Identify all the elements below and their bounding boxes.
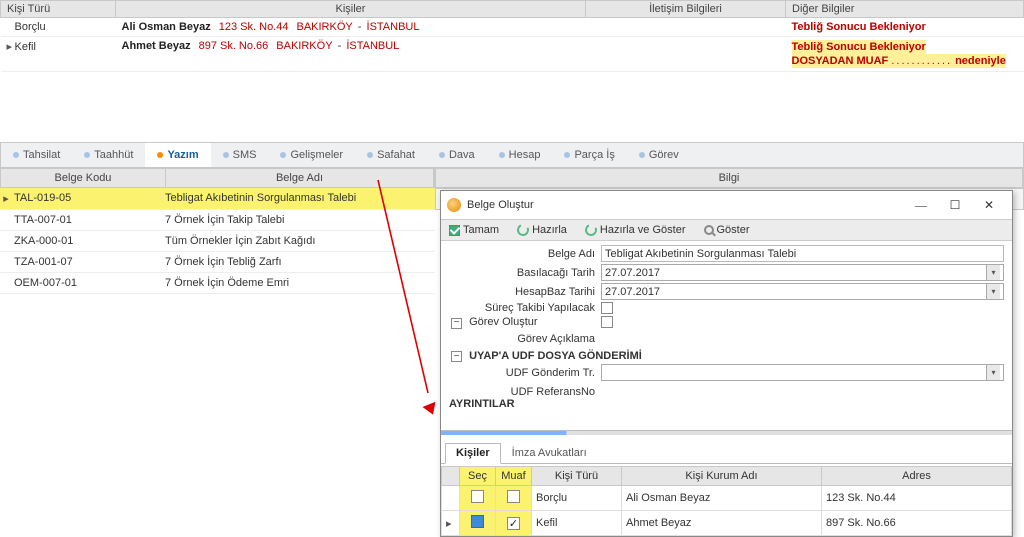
tab-gelişmeler[interactable]: Gelişmeler xyxy=(268,143,355,167)
document-row[interactable]: TZA-001-077 Örnek İçin Tebliğ Zarfı xyxy=(0,252,435,273)
tab-sms[interactable]: SMS xyxy=(211,143,269,167)
doc-header-info: Bilgi xyxy=(436,169,1023,187)
tab-görev[interactable]: Görev xyxy=(627,143,691,167)
ok-button[interactable]: Tamam xyxy=(445,222,503,238)
doc-header-code: Belge Kodu xyxy=(1,169,166,187)
show-button[interactable]: Göster xyxy=(700,222,754,238)
dialog-title: Belge Oluştur xyxy=(467,199,534,211)
label-ayrintilar: AYRINTILAR xyxy=(449,398,515,410)
create-document-dialog: Belge Oluştur — ☐ ✕ Tamam Hazırla Hazırl… xyxy=(440,190,1013,537)
checkbox-sec[interactable] xyxy=(471,490,484,503)
document-row[interactable]: OEM-007-017 Örnek İçin Ödeme Emri xyxy=(0,273,435,294)
minimize-button[interactable]: — xyxy=(904,194,938,216)
document-row[interactable]: ▸TAL-019-05Tebligat Akıbetinin Sorgulanm… xyxy=(0,188,435,210)
checkbox-muaf[interactable] xyxy=(507,517,520,530)
label-basilacagi-tarih: Basılacağı Tarih xyxy=(449,267,601,279)
dialog-toolbar: Tamam Hazırla Hazırla ve Göster Göster xyxy=(441,220,1012,241)
arrow-annotation-head xyxy=(422,402,439,417)
subtab-i̇mza-avukatları[interactable]: İmza Avukatları xyxy=(501,443,598,463)
col-header-type: Kişi Türü xyxy=(1,1,116,18)
pgrid-row[interactable]: ▸KefilAhmet Beyaz897 Sk. No.66 xyxy=(442,511,1012,536)
persons-subgrid: Seç Muaf Kişi Türü Kişi Kurum Adı Adres … xyxy=(441,466,1012,536)
label-udf-referans: UDF ReferansNo xyxy=(449,386,601,398)
person-row[interactable]: ▸KefilAhmet Beyaz897 Sk. No.66BAKIRKÖY -… xyxy=(1,37,1024,72)
dialog-icon xyxy=(447,198,461,212)
pgrid-header-addr: Adres xyxy=(822,467,1012,486)
input-hesapbaz-tarihi[interactable]: 27.07.2017▾ xyxy=(601,283,1004,300)
checkbox-surec-takibi[interactable] xyxy=(601,302,613,314)
label-uyap-section: UYAP'A UDF DOSYA GÖNDERİMİ xyxy=(469,350,642,362)
section-divider xyxy=(441,430,1012,435)
chevron-down-icon[interactable]: ▾ xyxy=(986,265,1000,280)
tab-hesap[interactable]: Hesap xyxy=(487,143,553,167)
persons-grid: Kişi Türü Kişiler İletişim Bilgileri Diğ… xyxy=(0,0,1024,72)
checkbox-muaf[interactable] xyxy=(507,490,520,503)
pgrid-row[interactable]: BorçluAli Osman Beyaz123 Sk. No.44 xyxy=(442,486,1012,511)
search-icon xyxy=(704,225,714,235)
check-icon xyxy=(449,225,460,236)
maximize-button[interactable]: ☐ xyxy=(938,194,972,216)
col-header-other: Diğer Bilgiler xyxy=(786,1,1024,18)
col-header-contact: İletişim Bilgileri xyxy=(586,1,786,18)
input-udf-gonderim[interactable]: ▾ xyxy=(601,364,1004,381)
main-tab-bar: TahsilatTaahhütYazımSMSGelişmelerSafahat… xyxy=(0,142,1024,168)
label-hesapbaz-tarihi: HesapBaz Tarihi xyxy=(449,286,601,298)
refresh-icon xyxy=(515,222,530,237)
label-surec-takibi: Süreç Takibi Yapılacak xyxy=(449,302,601,314)
pgrid-header-sec: Seç xyxy=(460,467,496,486)
close-button[interactable]: ✕ xyxy=(972,194,1006,216)
tab-parça i̇ş[interactable]: Parça İş xyxy=(552,143,626,167)
tab-safahat[interactable]: Safahat xyxy=(355,143,427,167)
label-udf-gonderim: UDF Gönderim Tr. xyxy=(449,367,601,379)
tab-tahsilat[interactable]: Tahsilat xyxy=(1,143,72,167)
doc-header-name: Belge Adı xyxy=(166,169,434,187)
prepare-button[interactable]: Hazırla xyxy=(513,222,571,238)
input-basilacagi-tarih[interactable]: 27.07.2017▾ xyxy=(601,264,1004,281)
pgrid-header-muaf: Muaf xyxy=(496,467,532,486)
collapse-toggle-gorev[interactable]: − xyxy=(451,318,462,329)
chevron-down-icon[interactable]: ▾ xyxy=(986,284,1000,299)
dialog-subtabs: Kişilerİmza Avukatları xyxy=(441,443,1012,464)
person-row[interactable]: BorçluAli Osman Beyaz123 Sk. No.44BAKIRK… xyxy=(1,18,1024,37)
input-belge-adi[interactable]: Tebligat Akıbetinin Sorgulanması Talebi xyxy=(601,245,1004,262)
chevron-down-icon[interactable]: ▾ xyxy=(986,365,1000,380)
subtab-kişiler[interactable]: Kişiler xyxy=(445,443,501,464)
prepare-show-button[interactable]: Hazırla ve Göster xyxy=(581,222,690,238)
pgrid-header-type: Kişi Türü xyxy=(532,467,622,486)
collapse-toggle-uyap[interactable]: − xyxy=(451,351,462,362)
refresh-icon xyxy=(583,222,598,237)
tab-yazım[interactable]: Yazım xyxy=(145,143,210,167)
document-row[interactable]: ZKA-000-01Tüm Örnekler İçin Zabıt Kağıdı xyxy=(0,231,435,252)
document-row[interactable]: TTA-007-017 Örnek İçin Takip Talebi xyxy=(0,210,435,231)
pgrid-header-name: Kişi Kurum Adı xyxy=(622,467,822,486)
tab-dava[interactable]: Dava xyxy=(427,143,487,167)
label-belge-adi: Belge Adı xyxy=(449,248,601,260)
col-header-persons: Kişiler xyxy=(116,1,586,18)
label-gorev-olustur: Görev Oluştur xyxy=(469,316,537,328)
checkbox-gorev-olustur[interactable] xyxy=(601,316,613,328)
tab-taahhüt[interactable]: Taahhüt xyxy=(72,143,145,167)
checkbox-sec[interactable] xyxy=(471,515,484,528)
label-gorev-aciklama: Görev Açıklama xyxy=(449,333,601,345)
